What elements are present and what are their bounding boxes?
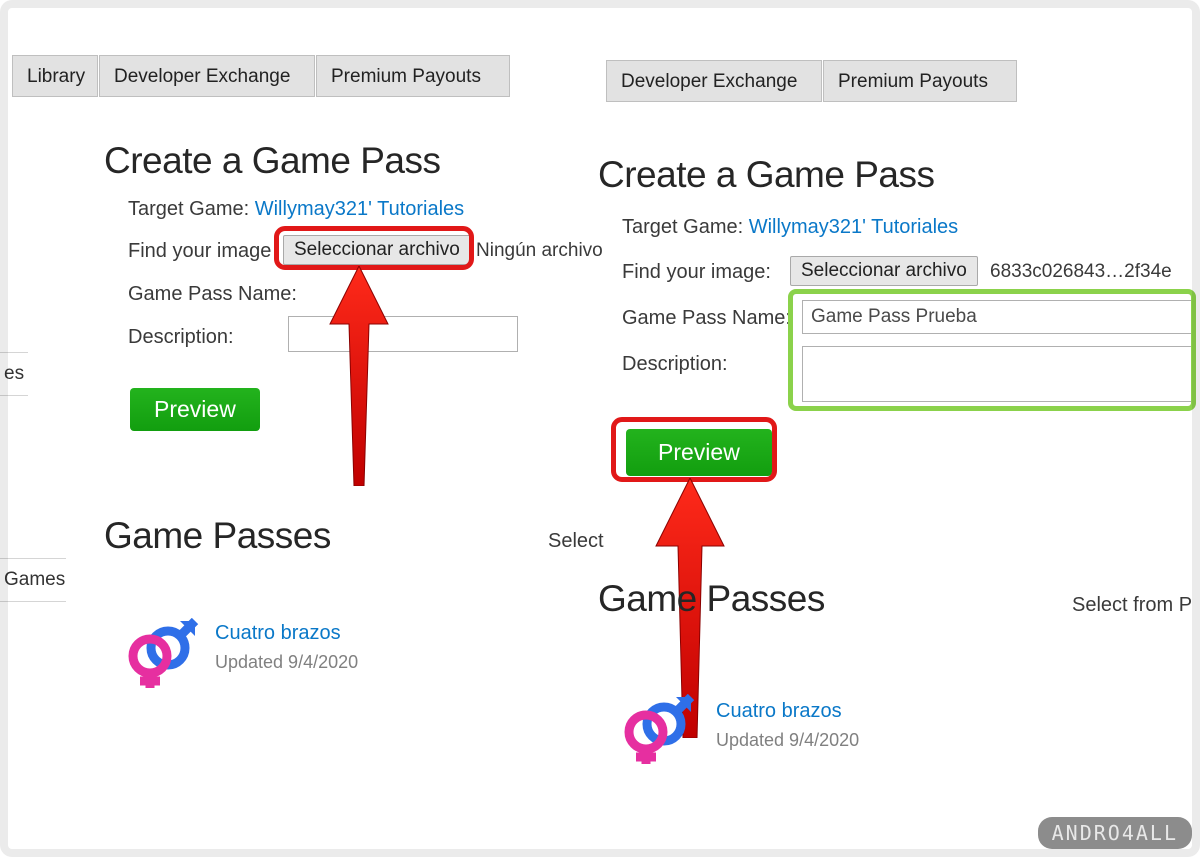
target-game-label: Target Game: Willymay321' Tutoriales [128,198,464,221]
watermark: ANDRO4ALL [1038,817,1192,849]
gender-icon [120,618,200,688]
game-passes-heading: Game Passes [104,515,331,557]
description-label: Description: [128,326,234,349]
page-title-r: Create a Game Pass [598,154,934,196]
gender-icon-r [616,694,696,764]
select-label: Select [548,530,604,553]
description-label-r: Description: [622,353,728,376]
tab-premium-payouts-r[interactable]: Premium Payouts [823,60,1017,102]
annotation-arrow [324,266,394,486]
name-label: Game Pass Name: [128,283,297,306]
preview-button[interactable]: Preview [130,388,260,431]
tab-developer-exchange-r[interactable]: Developer Exchange [606,60,822,102]
name-input-r[interactable] [802,300,1192,334]
page-title: Create a Game Pass [104,140,440,182]
sidebar-fragment-es[interactable]: es [0,352,28,396]
description-input[interactable] [288,316,518,352]
game-pass-link-r[interactable]: Cuatro brazos [716,700,842,723]
select-file-button-r[interactable]: Seleccionar archivo [790,256,978,286]
preview-button-r[interactable]: Preview [626,429,772,476]
target-game-link[interactable]: Willymay321' Tutoriales [255,198,464,220]
tab-premium-payouts[interactable]: Premium Payouts [316,55,510,97]
tab-developer-exchange[interactable]: Developer Exchange [99,55,315,97]
name-label-r: Game Pass Name: [622,307,791,330]
select-label-r: Select from P [1072,594,1192,617]
game-pass-link[interactable]: Cuatro brazos [215,622,341,645]
file-status: Ningún archivo [476,240,603,262]
tab-library[interactable]: Library [12,55,98,97]
game-pass-updated-r: Updated 9/4/2020 [716,730,859,751]
select-file-button[interactable]: Seleccionar archivo [283,235,471,265]
game-pass-updated: Updated 9/4/2020 [215,652,358,673]
target-game-link-r[interactable]: Willymay321' Tutoriales [749,216,958,238]
find-image-label: Find your image [128,240,271,263]
sidebar-fragment-games[interactable]: Games [0,558,66,602]
game-passes-heading-r: Game Passes [598,578,825,620]
file-status-r: 6833c026843…2f34e [990,261,1172,283]
find-image-label-r: Find your image: [622,261,771,284]
target-game-label-r: Target Game: Willymay321' Tutoriales [622,216,958,239]
description-input-r[interactable] [802,346,1192,402]
